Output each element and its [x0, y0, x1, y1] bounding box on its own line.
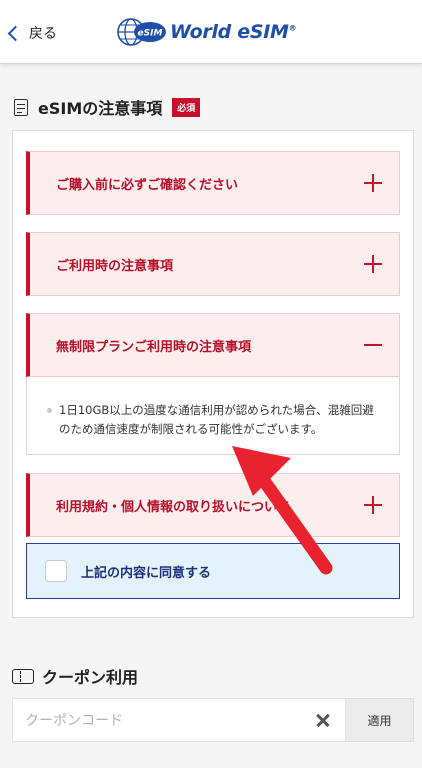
top-bar: 戻る eSIM World eSIM® [0, 0, 422, 64]
logo-wordmark: World eSIM® [170, 21, 297, 43]
logo-registered-mark: ® [288, 23, 297, 33]
accordion-terms-privacy[interactable]: 利用規約・個人情報の取り扱いについて [26, 473, 400, 537]
unlimited-plan-note: 1日10GB以上の過度な通信利用が認められた場合、混雑回避のため通信速度が制限さ… [59, 403, 374, 436]
plus-icon[interactable] [363, 173, 383, 193]
accordion-label: 利用規約・個人情報の取り扱いについて [56, 499, 290, 515]
logo-text: World eSIM [170, 21, 289, 43]
world-esim-logo: eSIM World eSIM® [116, 16, 297, 48]
document-icon [14, 98, 28, 116]
notice-section-title: eSIMの注意事項 必須 [14, 95, 201, 119]
required-badge: 必須 [172, 97, 201, 117]
accordion-before-purchase[interactable]: ご購入前に必ずご確認ください [26, 151, 400, 215]
accordion-unlimited-plan-body: 1日10GB以上の過度な通信利用が認められた場合、混雑回避のため通信速度が制限さ… [26, 377, 400, 455]
coupon-title: クーポン利用 [42, 668, 139, 687]
coupon-section-title: クーポン利用 [12, 664, 138, 688]
coupon-row: クーポンコード 適用 [12, 698, 414, 742]
back-label: 戻る [29, 26, 57, 42]
accordion-label: 無制限プランご利用時の注意事項 [56, 339, 252, 355]
accordion-label: ご利用時の注意事項 [56, 258, 174, 274]
clear-icon[interactable] [307, 704, 339, 736]
plus-icon[interactable] [363, 254, 383, 274]
logo-badge-text: eSIM [138, 29, 163, 39]
chevron-left-icon [7, 25, 24, 41]
notice-title: eSIMの注意事項 [38, 99, 163, 118]
accordion-label: ご購入前に必ずご確認ください [56, 177, 239, 193]
apply-coupon-button[interactable]: 適用 [346, 698, 414, 742]
minus-icon[interactable] [363, 335, 383, 355]
agree-checkbox-row[interactable]: 上記の内容に同意する [26, 543, 400, 599]
accordion-unlimited-plan[interactable]: 無制限プランご利用時の注意事項 [26, 313, 400, 377]
coupon-code-input[interactable]: クーポンコード [12, 698, 346, 742]
agree-checkbox[interactable] [45, 560, 67, 582]
notice-card: ご購入前に必ずご確認ください ご利用時の注意事項 無制限プランご利用時の注意事項… [12, 130, 414, 618]
coupon-placeholder: クーポンコード [25, 713, 123, 729]
agree-label: 上記の内容に同意する [81, 565, 212, 581]
ticket-icon [12, 668, 34, 684]
plus-icon[interactable] [363, 495, 383, 515]
back-button[interactable]: 戻る [4, 20, 57, 46]
bullet-dot [47, 408, 52, 413]
globe-logo-icon: eSIM [117, 18, 166, 46]
accordion-usage-notes[interactable]: ご利用時の注意事項 [26, 232, 400, 296]
